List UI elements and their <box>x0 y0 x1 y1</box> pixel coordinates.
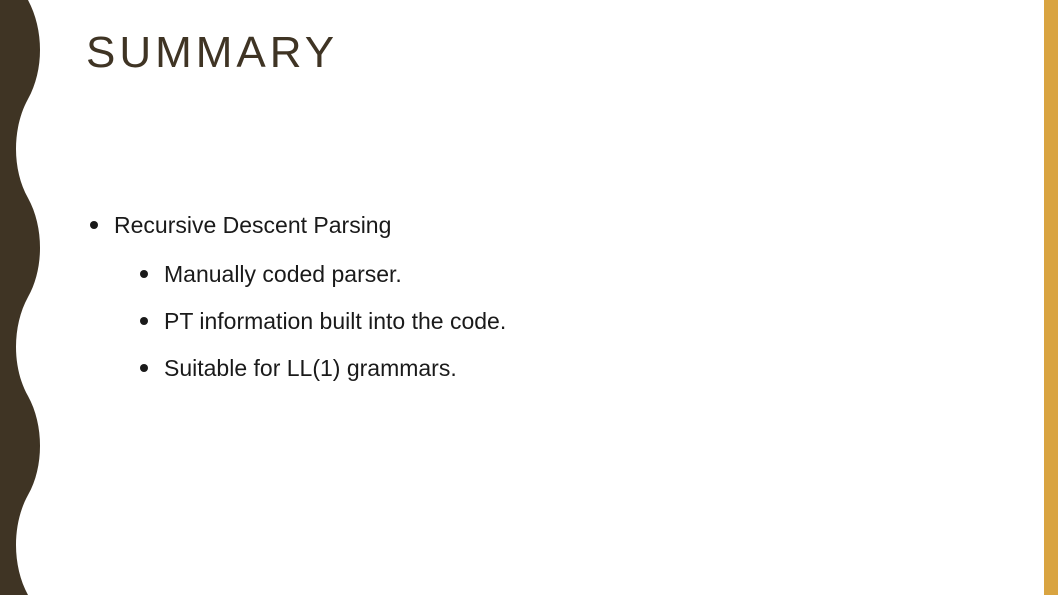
bullet-level2: Suitable for LL(1) grammars. <box>114 353 574 384</box>
slide: SUMMARY Recursive Descent Parsing Manual… <box>0 0 1058 595</box>
right-accent-bar <box>1044 0 1058 595</box>
bullet-level1: Recursive Descent Parsing Manually coded… <box>86 210 906 384</box>
bullet-text: Manually coded parser. <box>164 261 402 287</box>
bullet-text: Recursive Descent Parsing <box>114 212 391 238</box>
bullet-text: Suitable for LL(1) grammars. <box>164 355 457 381</box>
bullet-level2: Manually coded parser. <box>114 259 574 290</box>
slide-title: SUMMARY <box>86 28 338 78</box>
slide-content: Recursive Descent Parsing Manually coded… <box>86 210 906 402</box>
bullet-level2: PT information built into the code. <box>114 306 574 337</box>
left-wave-decoration <box>0 0 44 595</box>
bullet-text: PT information built into the code. <box>164 308 506 334</box>
